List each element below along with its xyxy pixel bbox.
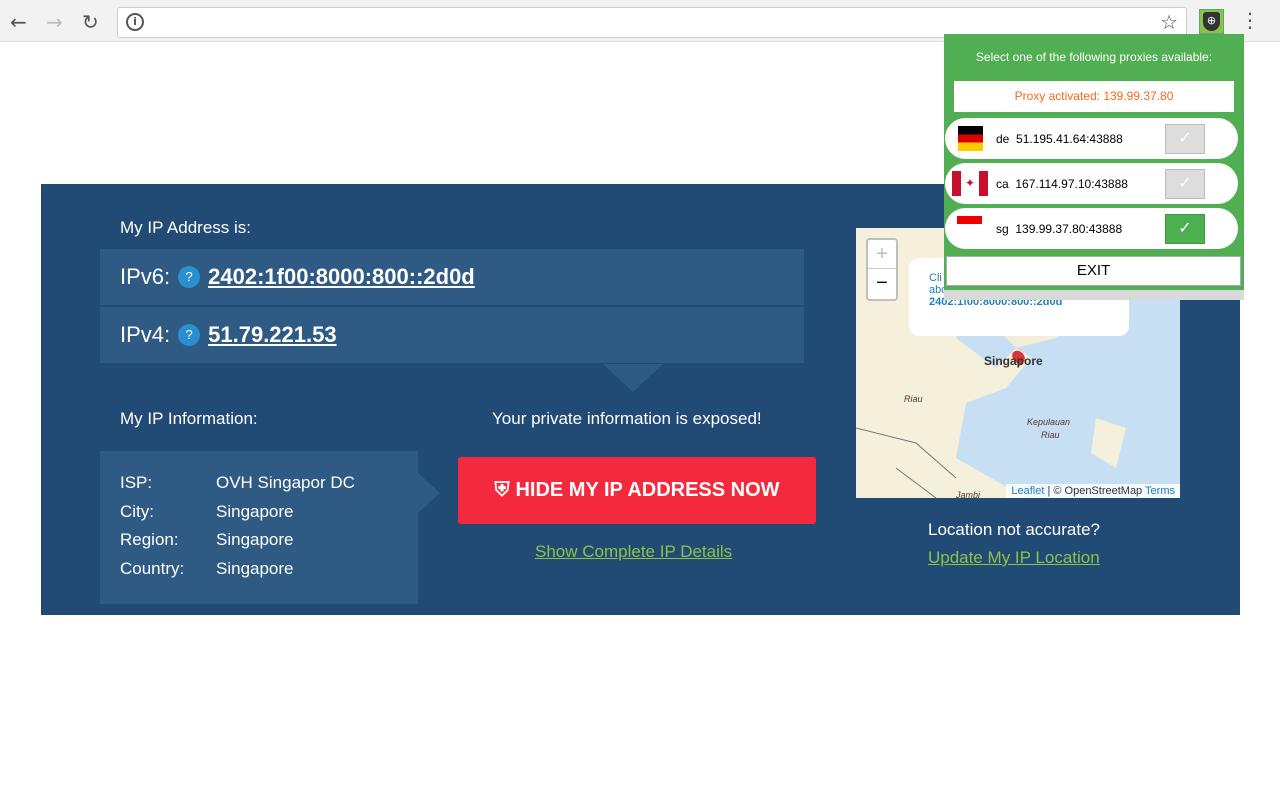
info-row: City: Singapore [120, 501, 294, 521]
update-location-link[interactable]: Update My IP Location [928, 548, 1100, 568]
zoom-in-button[interactable]: + [868, 240, 896, 269]
proxy-popup: Select one of the following proxies avai… [944, 34, 1244, 300]
proxy-item-de[interactable]: de 51.195.41.64:43888 ✓ [945, 118, 1238, 159]
map-label: Riau [1041, 430, 1060, 440]
map-label: Singapore [984, 354, 1043, 368]
info-heading: My IP Information: [120, 409, 258, 428]
map-attribution: Leaflet | © OpenStreetMap Terms [1006, 484, 1180, 498]
zoom-control: + − [866, 238, 898, 301]
flag-de-icon [958, 126, 983, 151]
exposed-warning: Your private information is exposed! [492, 409, 762, 428]
info-row: ISP: OVH Singapor DC [120, 473, 355, 492]
ipv4-label: IPv4: [120, 322, 171, 347]
exit-button[interactable]: EXIT [946, 256, 1241, 286]
select-checkbox[interactable]: ✓ [1165, 123, 1205, 154]
proxy-code: sg [996, 221, 1009, 236]
proxy-address: 167.114.97.10:43888 [1015, 176, 1128, 191]
pointer-notch [603, 364, 663, 392]
proxy-item-ca[interactable]: ✦ ca 167.114.97.10:43888 ✓ [945, 163, 1238, 204]
proxy-address: 139.99.37.80:43888 [1015, 221, 1123, 236]
hide-ip-button[interactable]: ⛨ HIDE MY IP ADDRESS NOW [458, 457, 816, 524]
map-label: Kepulauan [1027, 417, 1071, 427]
popup-footer [944, 290, 1244, 300]
terms-link[interactable]: Terms [1145, 485, 1175, 497]
ipv6-label: IPv6: [120, 264, 171, 289]
info-row: Country: Singapore [120, 558, 294, 578]
back-icon[interactable]: ← [10, 10, 27, 34]
select-checkbox[interactable]: ✓ [1165, 168, 1205, 199]
help-icon[interactable]: ? [178, 324, 201, 346]
ipv4-row: IPv4:? 51.79.221.53 [100, 307, 804, 363]
location-question: Location not accurate? [928, 520, 1101, 539]
proxy-address: 51.195.41.64:43888 [1016, 131, 1123, 146]
reload-icon[interactable]: ↻ [82, 10, 99, 34]
zoom-out-button[interactable]: − [868, 269, 896, 298]
flag-ca-icon: ✦ [952, 171, 988, 196]
proxy-code: de [996, 131, 1010, 146]
show-details-link[interactable]: Show Complete IP Details [535, 542, 732, 562]
browser-menu-icon[interactable]: ⋮ [1240, 8, 1260, 32]
map-label: Jambi [956, 490, 981, 498]
forward-icon[interactable]: → [46, 10, 63, 34]
proxy-code: ca [996, 176, 1009, 191]
map-label: Riau [904, 394, 923, 404]
ipv6-row: IPv6:? 2402:1f00:8000:800::2d0d [100, 249, 804, 305]
proxy-extension-icon[interactable]: ⊕ [1199, 9, 1224, 34]
info-icon[interactable]: i [126, 13, 144, 31]
flag-sg-icon [957, 216, 982, 232]
ipv6-link[interactable]: 2402:1f00:8000:800::2d0d [208, 264, 475, 290]
info-row: Region: Singapore [120, 530, 294, 549]
shield-icon: ⛨ [494, 479, 510, 501]
ip-info-box: ISP: OVH Singapor DC City: Singapore Regio… [100, 451, 440, 604]
help-icon[interactable]: ? [178, 266, 201, 288]
ip-heading: My IP Address is: [120, 218, 252, 237]
ipv4-link[interactable]: 51.79.221.53 [208, 322, 336, 348]
proxy-item-sg[interactable]: sg 139.99.37.80:43888 ✓ [945, 208, 1238, 249]
bookmark-star-icon[interactable]: ☆ [1160, 10, 1178, 34]
select-checkbox-checked[interactable]: ✓ [1165, 213, 1205, 244]
leaflet-link[interactable]: Leaflet [1011, 485, 1044, 497]
proxy-title: Select one of the following proxies avai… [975, 50, 1213, 64]
proxy-status: Proxy activated: 139.99.37.80 [954, 81, 1234, 112]
